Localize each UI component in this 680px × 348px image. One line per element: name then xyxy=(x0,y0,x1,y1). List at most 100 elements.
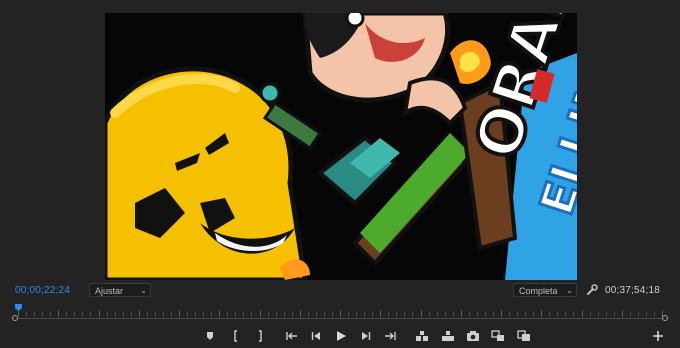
playback-resolution-label: Completa xyxy=(519,286,558,296)
ruler-tick xyxy=(147,312,148,317)
step-forward-button[interactable] xyxy=(358,328,374,344)
thumbnail-artwork: ORADE ELLIN xyxy=(105,13,577,280)
current-timecode[interactable]: 00;00;22;24 xyxy=(15,285,70,296)
ruler-tick xyxy=(219,310,220,317)
ruler-tick xyxy=(227,312,228,317)
ruler-tick xyxy=(404,312,405,317)
ruler-tick xyxy=(501,310,502,317)
ruler-tick xyxy=(195,312,196,317)
chevron-down-icon: ⌄ xyxy=(140,286,147,295)
toggle-proxies-icon xyxy=(517,330,530,341)
add-marker-icon xyxy=(207,332,213,340)
program-monitor: ORADE ELLIN xyxy=(0,0,680,280)
mark-out-button[interactable] xyxy=(252,328,268,344)
ruler-tick xyxy=(34,312,35,317)
ruler-tick xyxy=(606,312,607,317)
zoom-handle-left[interactable] xyxy=(12,315,18,321)
export-frame-button[interactable] xyxy=(465,328,481,344)
ruler-tick xyxy=(115,312,116,317)
ruler-tick xyxy=(372,312,373,317)
ruler-tick xyxy=(58,310,59,317)
ruler-tick xyxy=(300,310,301,317)
ruler-tick xyxy=(356,312,357,317)
ruler-tick xyxy=(50,312,51,317)
playhead[interactable] xyxy=(15,304,22,311)
ruler-tick xyxy=(107,312,108,317)
ruler-tick xyxy=(412,312,413,317)
chevron-down-icon: ⌄ xyxy=(566,286,573,295)
ruler-tick xyxy=(509,312,510,317)
ruler-tick xyxy=(549,312,550,317)
mark-out-icon xyxy=(259,330,262,342)
ruler-tick xyxy=(42,312,43,317)
button-editor-button[interactable] xyxy=(650,328,666,344)
go-to-out-button[interactable] xyxy=(382,328,398,344)
mini-timeline-ruler[interactable] xyxy=(12,302,668,324)
ruler-tick xyxy=(268,312,269,317)
ruler-tick xyxy=(123,312,124,317)
ruler-tick xyxy=(235,312,236,317)
ruler-tick xyxy=(18,310,19,317)
ruler-tick xyxy=(251,312,252,317)
insert-button[interactable] xyxy=(414,328,430,344)
ruler-tick xyxy=(348,312,349,317)
add-marker-button[interactable] xyxy=(202,328,218,344)
ruler-tick xyxy=(598,312,599,317)
ruler-tick xyxy=(477,312,478,317)
ruler-tick xyxy=(187,312,188,317)
ruler-tick xyxy=(90,312,91,317)
ruler-tick xyxy=(388,312,389,317)
ruler-tick xyxy=(614,312,615,317)
ruler-tick xyxy=(557,312,558,317)
ruler-tick xyxy=(139,310,140,317)
ruler-tick xyxy=(429,312,430,317)
ruler-tick xyxy=(517,312,518,317)
ruler-tick xyxy=(66,312,67,317)
go-to-in-button[interactable] xyxy=(284,328,300,344)
ruler-tick xyxy=(453,312,454,317)
ruler-tick xyxy=(99,310,100,317)
ruler-tick xyxy=(573,312,574,317)
ruler-tick xyxy=(493,312,494,317)
toggle-proxies-button[interactable] xyxy=(516,328,532,344)
ruler-tick xyxy=(582,310,583,317)
compare-view-button[interactable] xyxy=(490,328,506,344)
play-icon xyxy=(337,331,346,341)
zoom-fit-label: Ajustar xyxy=(95,286,124,296)
transport-controls xyxy=(0,326,680,346)
zoom-handle-right[interactable] xyxy=(662,315,668,321)
overwrite-button[interactable] xyxy=(440,328,456,344)
ruler-tick xyxy=(485,312,486,317)
ruler-tick xyxy=(276,312,277,317)
mark-in-icon xyxy=(234,330,237,342)
zoom-fit-dropdown[interactable]: Ajustar ⌄ xyxy=(89,283,151,297)
insert-icon xyxy=(416,331,428,341)
ruler-tick xyxy=(654,312,655,317)
ruler-tick xyxy=(243,312,244,317)
ruler-tick xyxy=(292,312,293,317)
ruler-tick xyxy=(533,312,534,317)
ruler-tick xyxy=(646,312,647,317)
ruler-tick xyxy=(203,312,204,317)
ruler-tick xyxy=(437,312,438,317)
ruler-tick xyxy=(525,312,526,317)
mark-in-button[interactable] xyxy=(228,328,244,344)
ruler-tick xyxy=(26,312,27,317)
ruler-tick xyxy=(131,312,132,317)
ruler-tick xyxy=(622,310,623,317)
ruler-tick xyxy=(284,312,285,317)
go-to-in-icon xyxy=(286,332,297,340)
ruler-tick xyxy=(163,312,164,317)
overwrite-icon xyxy=(442,331,454,341)
ruler-tick xyxy=(541,310,542,317)
playback-resolution-dropdown[interactable]: Completa ⌄ xyxy=(513,283,577,297)
ruler-tick xyxy=(380,310,381,317)
video-frame[interactable]: ORADE ELLIN xyxy=(105,13,577,280)
step-back-button[interactable] xyxy=(308,328,324,344)
wrench-icon[interactable] xyxy=(585,283,599,297)
play-button[interactable] xyxy=(333,328,349,344)
ruler-tick xyxy=(630,312,631,317)
ruler-tick xyxy=(638,312,639,317)
ruler-tick xyxy=(260,310,261,317)
ruler-tick xyxy=(469,312,470,317)
